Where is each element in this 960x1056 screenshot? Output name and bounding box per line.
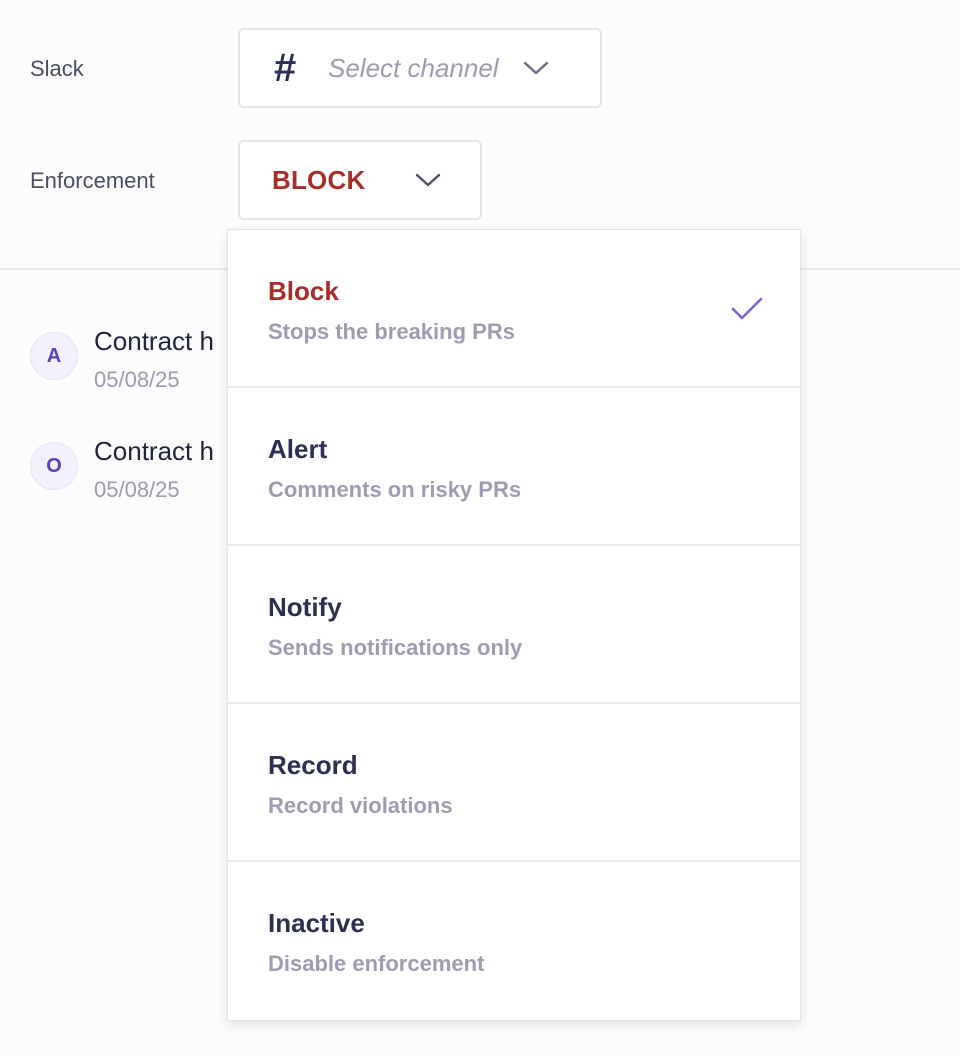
menu-option-block[interactable]: Block Stops the breaking PRs [228, 230, 800, 388]
activity-item: A Contract h 05/08/25 [30, 326, 214, 393]
avatar: A [30, 332, 78, 380]
menu-option-notify[interactable]: Notify Sends notifications only [228, 546, 800, 704]
enforcement-select[interactable]: BLOCK [238, 140, 482, 220]
option-description: Record violations [268, 793, 453, 818]
option-title: Inactive [268, 908, 365, 938]
menu-option-alert[interactable]: Alert Comments on risky PRs [228, 388, 800, 546]
enforcement-dropdown-menu: Block Stops the breaking PRs Alert Comme… [227, 229, 801, 1021]
activity-date: 05/08/25 [94, 367, 180, 392]
option-description: Stops the breaking PRs [268, 319, 515, 344]
check-icon [731, 297, 763, 320]
enforcement-label: Enforcement [30, 168, 155, 193]
avatar: O [30, 442, 78, 490]
activity-title: Contract h [94, 436, 214, 466]
activity-title: Contract h [94, 326, 214, 356]
option-title: Alert [268, 434, 328, 464]
chevron-down-icon [416, 173, 441, 187]
option-title: Record [268, 750, 358, 780]
option-description: Disable enforcement [268, 951, 485, 976]
slack-label: Slack [30, 56, 84, 81]
enforcement-value: BLOCK [272, 164, 366, 195]
hash-icon: # [274, 46, 297, 90]
chevron-down-icon [523, 61, 548, 75]
option-description: Comments on risky PRs [268, 477, 522, 502]
activity-item: O Contract h 05/08/25 [30, 436, 214, 503]
menu-option-inactive[interactable]: Inactive Disable enforcement [228, 862, 800, 1020]
slack-channel-placeholder: Select channel [328, 52, 499, 83]
option-title: Notify [268, 592, 342, 622]
menu-option-record[interactable]: Record Record violations [228, 704, 800, 862]
slack-channel-select[interactable]: # Select channel [238, 28, 602, 108]
settings-page: Slack # Select channel Enforcement BLOCK… [0, 0, 960, 1056]
option-title: Block [268, 276, 339, 306]
activity-date: 05/08/25 [94, 477, 180, 502]
option-description: Sends notifications only [268, 635, 523, 660]
